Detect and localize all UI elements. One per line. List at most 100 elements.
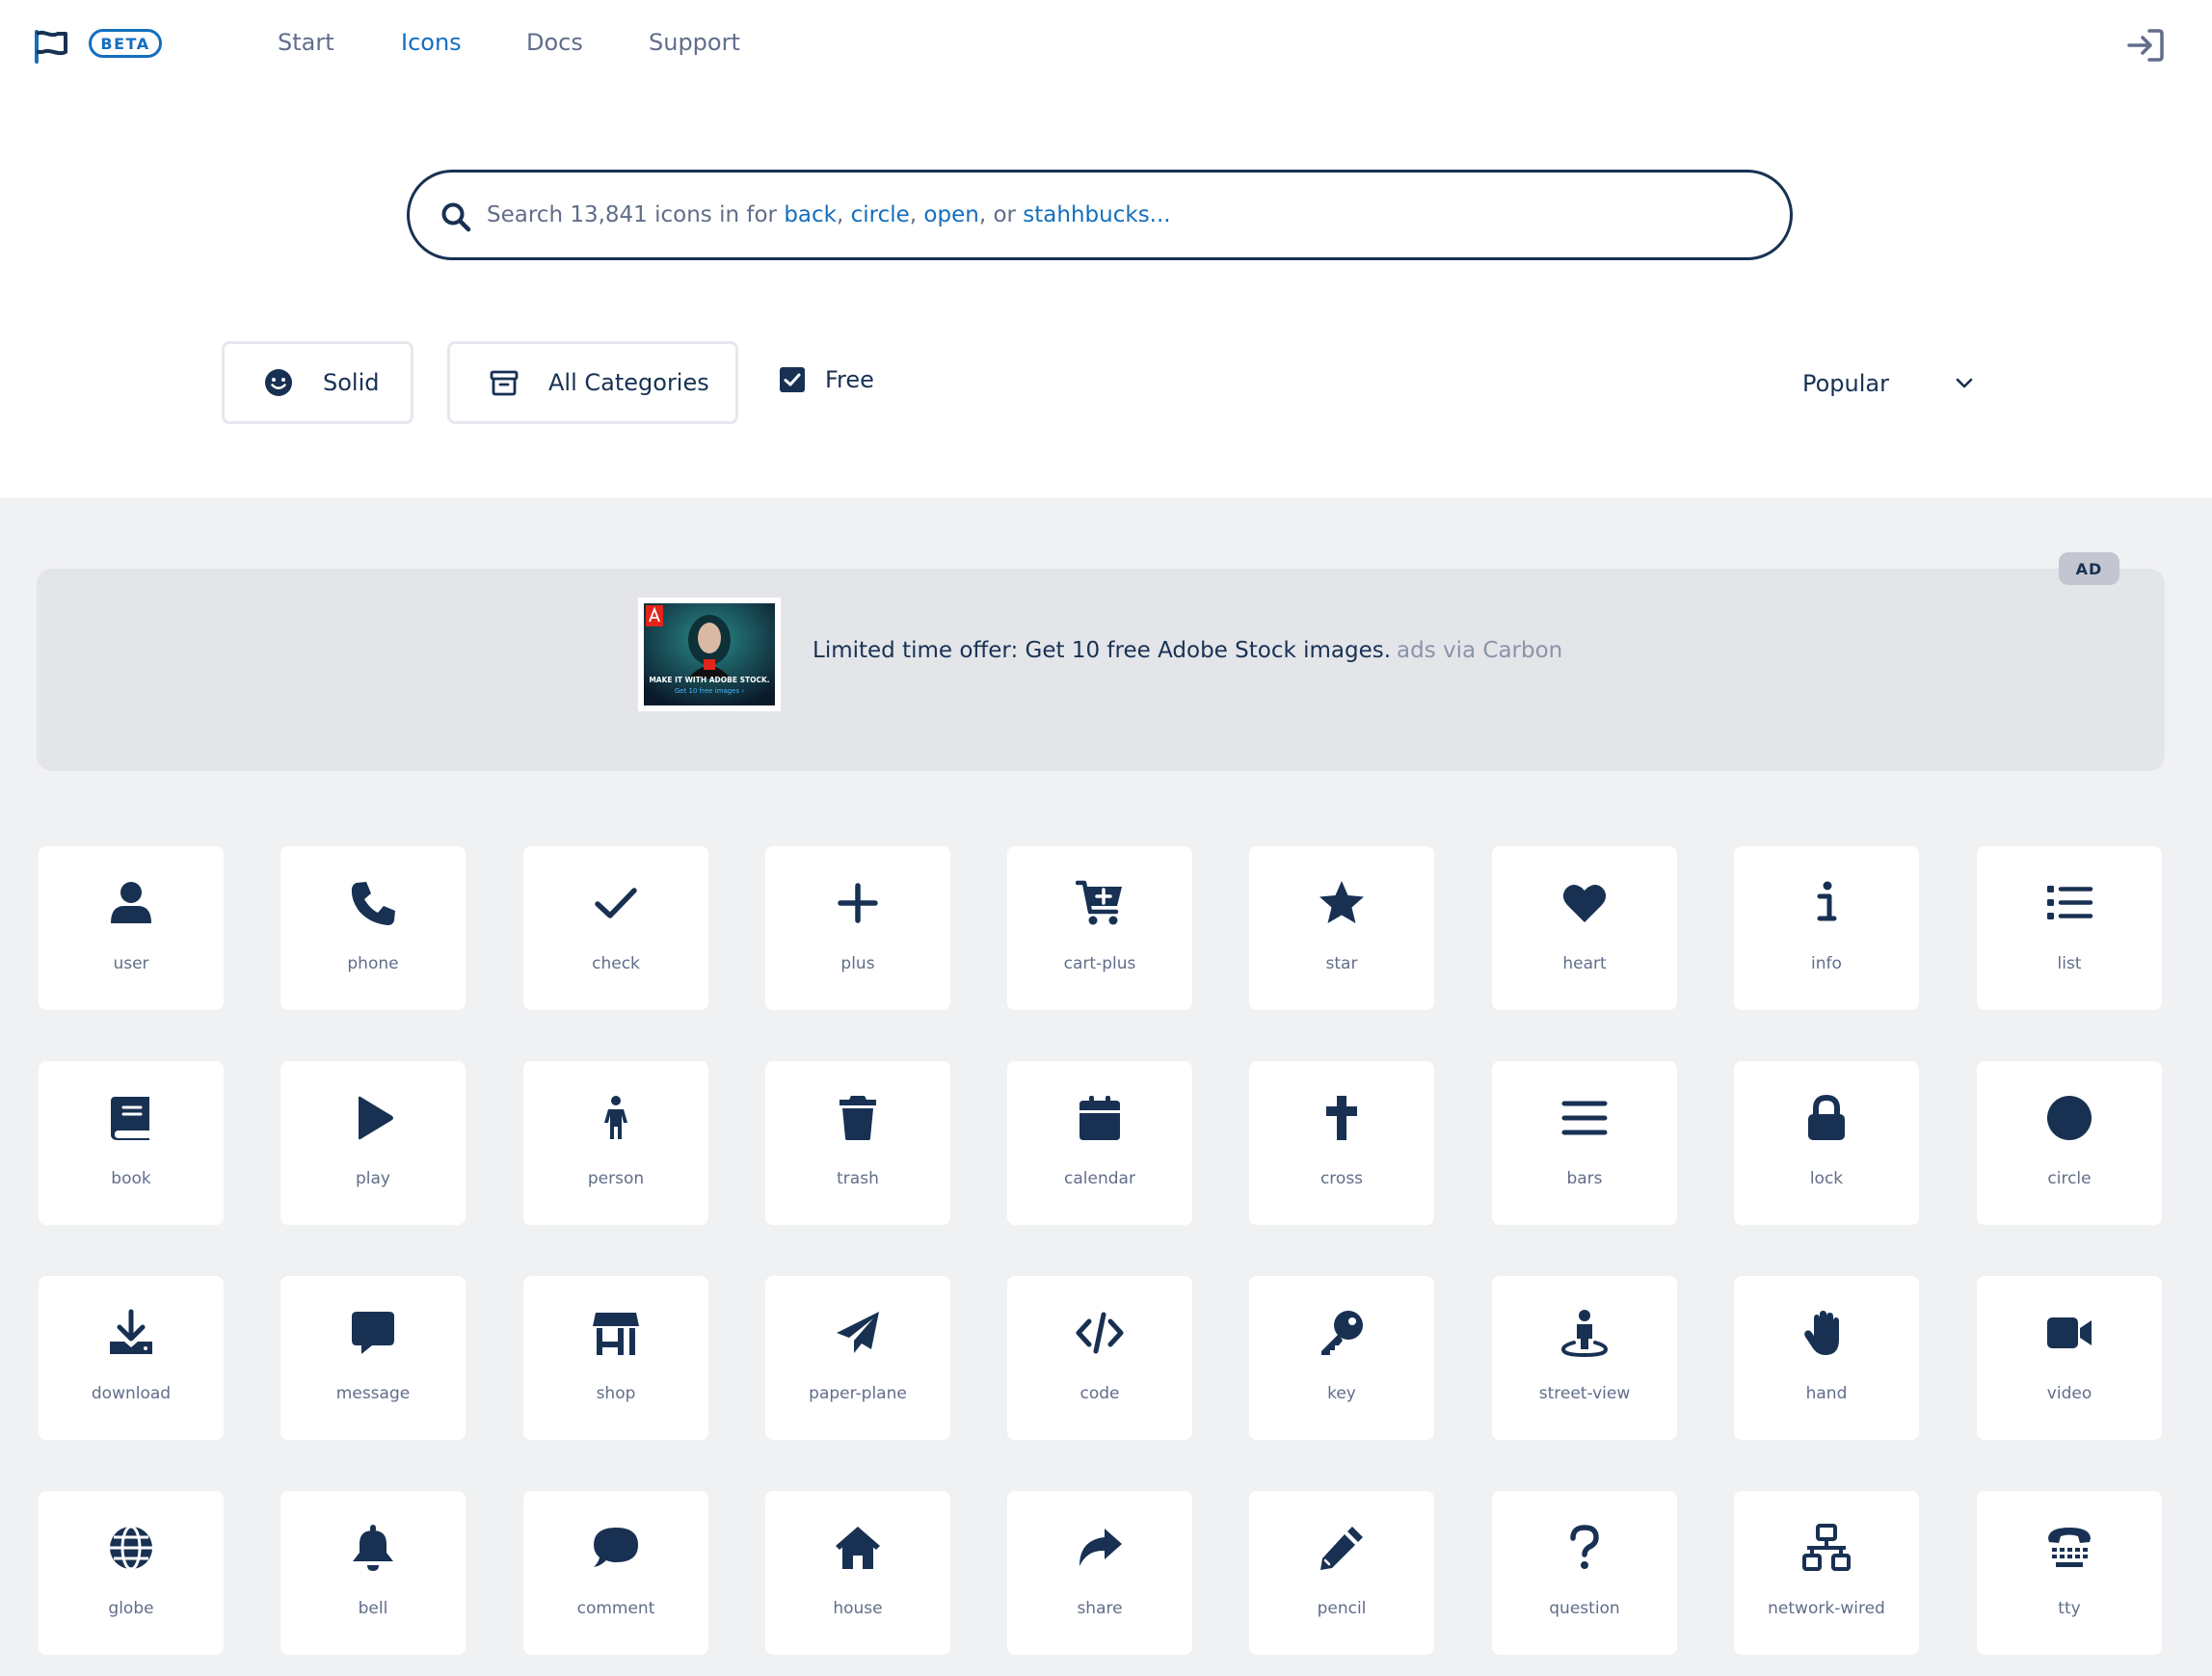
icon-label: trash — [837, 1169, 879, 1188]
icon-card-heart[interactable]: heart — [1492, 846, 1677, 1010]
book-icon — [111, 1097, 149, 1140]
icon-label: cross — [1319, 1169, 1364, 1188]
icon-card-phone[interactable]: phone — [280, 846, 466, 1010]
bell-icon — [353, 1525, 393, 1571]
icon-label: check — [592, 954, 640, 973]
icon-card-bell[interactable]: bell — [280, 1491, 466, 1655]
sort-select-value: Popular — [1802, 370, 1889, 397]
list-icon — [2047, 886, 2093, 919]
icon-label: circle — [2047, 1169, 2092, 1188]
plus-icon — [838, 883, 878, 923]
check-icon — [595, 888, 637, 918]
icon-card-bars[interactable]: bars — [1492, 1061, 1677, 1225]
icon-label: paper-plane — [809, 1384, 907, 1403]
icon-card-user[interactable]: user — [39, 846, 224, 1010]
icon-card-plus[interactable]: plus — [765, 846, 950, 1010]
icon-card-hand[interactable]: hand — [1734, 1276, 1919, 1440]
icon-card-video[interactable]: video — [1977, 1276, 2162, 1440]
icon-card-cross[interactable]: cross — [1249, 1061, 1434, 1225]
category-filter-button[interactable]: All Categories — [447, 341, 738, 424]
pencil-icon — [1320, 1527, 1363, 1570]
person-icon — [604, 1096, 627, 1139]
keyword-back: back — [784, 202, 837, 227]
icon-label: bars — [1566, 1169, 1603, 1188]
sign-in-icon[interactable] — [2126, 27, 2165, 64]
icon-card-pencil[interactable]: pencil — [1249, 1491, 1434, 1655]
icon-card-paper-plane[interactable]: paper-plane — [765, 1276, 950, 1440]
icon-label: download — [91, 1384, 172, 1403]
free-filter-checkbox[interactable]: Free — [779, 366, 874, 393]
top-navigation: BETA Start Icons Docs Support — [0, 0, 2212, 92]
ads-via-carbon-link[interactable]: ads via Carbon — [1397, 638, 1562, 663]
beta-badge: BETA — [89, 29, 162, 58]
icon-card-book[interactable]: book — [39, 1061, 224, 1225]
icon-card-shop[interactable]: shop — [523, 1276, 708, 1440]
icon-card-calendar[interactable]: calendar — [1007, 1061, 1192, 1225]
icon-label: comment — [576, 1599, 655, 1618]
flag-icon[interactable] — [33, 29, 69, 64]
info-icon — [1817, 881, 1837, 921]
nav-link-docs[interactable]: Docs — [526, 29, 583, 56]
icon-label: info — [1811, 954, 1842, 973]
phone-icon — [351, 882, 395, 925]
icon-label: key — [1327, 1384, 1356, 1403]
star-icon — [1319, 881, 1364, 923]
sort-select[interactable]: Popular — [1802, 366, 1976, 401]
icon-card-lock[interactable]: lock — [1734, 1061, 1919, 1225]
keyword-open: open — [923, 202, 979, 227]
icon-card-download[interactable]: download — [39, 1276, 224, 1440]
icon-label: globe — [108, 1599, 154, 1618]
icon-label: plus — [840, 954, 875, 973]
checkbox-checked-icon[interactable] — [779, 366, 806, 393]
trash-icon — [839, 1096, 876, 1140]
icon-label: play — [356, 1169, 390, 1188]
icon-card-globe[interactable]: globe — [39, 1491, 224, 1655]
icon-card-key[interactable]: key — [1249, 1276, 1434, 1440]
icon-label: cart-plus — [1063, 954, 1136, 973]
paper-plane-icon — [837, 1312, 879, 1353]
search-placeholder: Search 13,841 icons in for back, circle,… — [487, 202, 1171, 227]
style-filter-button[interactable]: Solid — [222, 341, 413, 424]
icon-card-star[interactable]: star — [1249, 846, 1434, 1010]
carbon-ad — [37, 569, 2165, 771]
icon-card-tty[interactable]: tty — [1977, 1491, 2162, 1655]
icon-card-check[interactable]: check — [523, 846, 708, 1010]
icon-card-question[interactable]: question — [1492, 1491, 1677, 1655]
icon-card-trash[interactable]: trash — [765, 1061, 950, 1225]
nav-link-icons[interactable]: Icons — [401, 29, 462, 56]
icon-card-list[interactable]: list — [1977, 846, 2162, 1010]
icon-label: phone — [347, 954, 399, 973]
icon-card-house[interactable]: house — [765, 1491, 950, 1655]
calendar-icon — [1079, 1096, 1120, 1140]
nav-link-start[interactable]: Start — [278, 29, 334, 56]
icon-card-circle[interactable]: circle — [1977, 1061, 2162, 1225]
cart-plus-icon — [1076, 880, 1122, 925]
icon-card-play[interactable]: play — [280, 1061, 466, 1225]
icon-card-cart-plus[interactable]: cart-plus — [1007, 846, 1192, 1010]
icon-card-comment[interactable]: comment — [523, 1491, 708, 1655]
keyword-stahhbucks: stahhbucks... — [1023, 202, 1171, 227]
network-wired-icon — [1802, 1524, 1851, 1571]
style-filter-label: Solid — [323, 369, 380, 396]
ad-image[interactable]: MAKE IT WITH ADOBE STOCK. Get 10 free im… — [638, 598, 781, 711]
globe-icon — [110, 1525, 152, 1571]
free-filter-label: Free — [825, 366, 874, 393]
icon-card-message[interactable]: message — [280, 1276, 466, 1440]
hand-icon — [1804, 1311, 1839, 1355]
house-icon — [836, 1527, 880, 1569]
icon-card-code[interactable]: code — [1007, 1276, 1192, 1440]
key-icon — [1321, 1311, 1363, 1355]
ad-text-link[interactable]: Limited time offer: Get 10 free Adobe St… — [813, 638, 1391, 663]
message-icon — [352, 1312, 394, 1354]
nav-link-support[interactable]: Support — [649, 29, 740, 56]
icon-card-person[interactable]: person — [523, 1061, 708, 1225]
icon-card-network-wired[interactable]: network-wired — [1734, 1491, 1919, 1655]
cross-icon — [1326, 1096, 1357, 1140]
ad-image-subcaption: Get 10 free images › — [675, 687, 745, 695]
icon-card-street-view[interactable]: street-view — [1492, 1276, 1677, 1440]
icon-search-input[interactable]: Search 13,841 icons in for back, circle,… — [407, 170, 1793, 260]
icon-card-info[interactable]: info — [1734, 846, 1919, 1010]
play-icon — [359, 1096, 393, 1140]
icon-card-share[interactable]: share — [1007, 1491, 1192, 1655]
download-icon — [110, 1309, 152, 1354]
